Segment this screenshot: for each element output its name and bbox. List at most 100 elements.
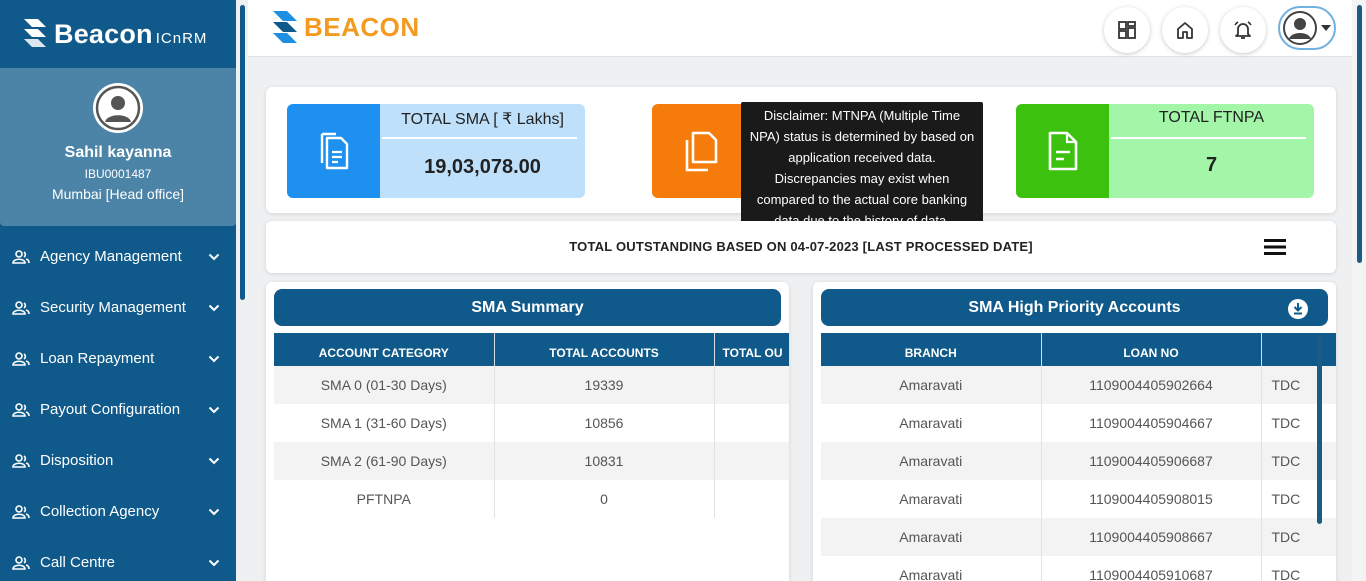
home-button[interactable] (1162, 7, 1208, 53)
table-cell: Amaravati (821, 518, 1042, 556)
card-icon-wrap (652, 104, 745, 198)
tooltip-line: Disclaimer: MTNPA (Multiple Time (763, 108, 961, 123)
card-divider (1111, 137, 1306, 139)
sidebar-item-payout-configuration[interactable]: Payout Configuration (0, 384, 236, 435)
user-name: Sahil kayanna (64, 144, 172, 161)
card-icon-wrap (1016, 104, 1109, 198)
chevron-down-icon (208, 559, 220, 566)
sidebar-item-call-centre[interactable]: Call Centre (0, 537, 236, 581)
outstanding-bar: TOTAL OUTSTANDING BASED ON 04-07-2023 [L… (266, 221, 1336, 273)
table-row[interactable]: Amaravati 1109004405906687 TDC (821, 442, 1336, 480)
sidebar-item-label: Agency Management (40, 248, 182, 265)
table-row[interactable]: Amaravati 1109004405908015 TDC (821, 480, 1336, 518)
sidebar-item-label: Disposition (40, 452, 114, 469)
table-cell: Amaravati (821, 480, 1042, 518)
card-divider (382, 137, 577, 139)
column-header[interactable] (1261, 333, 1336, 366)
table-cell: 1109004405906687 (1041, 442, 1262, 480)
total-ftnpa-title: TOTAL FTNPA (1158, 109, 1265, 126)
header-logo[interactable]: BEACON (270, 9, 420, 45)
sma-summary-table: ACCOUNT CATEGORY TOTAL ACCOUNTS TOTAL OU… (274, 333, 789, 518)
table-row[interactable]: SMA 2 (61-90 Days) 10831 (274, 442, 789, 480)
table-row[interactable]: Amaravati 1109004405908667 TDC (821, 518, 1336, 556)
table-cell: TDC (1261, 366, 1336, 404)
table-cell: 19339 (494, 366, 715, 404)
users-icon (12, 555, 30, 570)
table-row[interactable]: PFTNPA 0 (274, 480, 789, 518)
table-row[interactable]: SMA 1 (31-60 Days) 10856 (274, 404, 789, 442)
table-cell: PFTNPA (274, 480, 495, 518)
page-scrollbar-thumb[interactable] (1357, 5, 1362, 263)
users-icon (12, 249, 30, 264)
sidebar-item-label: Loan Repayment (40, 350, 155, 367)
dashboard-icon (1118, 21, 1136, 39)
table-row[interactable]: Amaravati 1109004405902664 TDC (821, 366, 1336, 404)
user-office: Mumbai [Head office] (51, 186, 185, 202)
table-cell: TDC (1261, 442, 1336, 480)
table-scrollbar[interactable] (1317, 337, 1322, 524)
sidebar-item-label: Collection Agency (40, 503, 160, 520)
user-menu-button[interactable] (1278, 6, 1336, 50)
table-row[interactable]: SMA 0 (01-30 Days) 19339 (274, 366, 789, 404)
chevron-down-icon (208, 304, 220, 311)
table-header-row: BRANCH LOAN NO (821, 333, 1336, 366)
beacon-logo-icon (273, 11, 297, 43)
top-header: BEACON (248, 0, 1352, 57)
home-icon (1177, 22, 1193, 39)
sidebar-item-loan-repayment[interactable]: Loan Repayment (0, 333, 236, 384)
users-icon (12, 402, 30, 417)
table-row[interactable]: Amaravati 1109004405904667 TDC (821, 404, 1336, 442)
column-header[interactable]: ACCOUNT CATEGORY (274, 333, 495, 366)
avatar (93, 83, 143, 133)
beacon-logo-icon (24, 19, 46, 47)
table-cell: Amaravati (821, 404, 1042, 442)
sidebar: Beacon ICnRM Sahil kayanna IBU0001487 Mu… (0, 0, 236, 581)
column-header[interactable]: LOAN NO (1041, 333, 1262, 366)
hamburger-menu-icon[interactable] (1264, 238, 1286, 256)
sidebar-item-label: Payout Configuration (40, 401, 181, 418)
table-cell: 1109004405910687 (1041, 556, 1262, 581)
users-icon (12, 504, 30, 519)
sidebar-brand-sub: ICnRM (155, 30, 208, 47)
tooltip-line: application received data. (788, 150, 936, 165)
table-cell (714, 404, 789, 442)
table-cell: TDC (1261, 480, 1336, 518)
table-cell: TDC (1261, 518, 1336, 556)
total-ftnpa-card[interactable]: TOTAL FTNPA 7 (1016, 104, 1314, 198)
page-scrollbar[interactable] (1352, 0, 1366, 581)
table-cell (714, 442, 789, 480)
table-header-row: ACCOUNT CATEGORY TOTAL ACCOUNTS TOTAL OU (274, 333, 789, 366)
column-header[interactable]: BRANCH (821, 333, 1042, 366)
table-cell: 1109004405904667 (1041, 404, 1262, 442)
caret-down-icon (1321, 25, 1331, 31)
sidebar-item-agency-management[interactable]: Agency Management (0, 231, 236, 282)
sidebar-brand: Beacon (54, 18, 153, 49)
sidebar-scrollbar[interactable] (240, 5, 245, 300)
sidebar-menu: Agency Management Security Management Lo… (0, 231, 236, 581)
sidebar-item-disposition[interactable]: Disposition (0, 435, 236, 486)
dashboard-button[interactable] (1104, 7, 1150, 53)
table-cell (714, 366, 789, 404)
column-header[interactable]: TOTAL ACCOUNTS (494, 333, 715, 366)
card-body: TOTAL FTNPA 7 (1109, 104, 1314, 198)
sidebar-item-collection-agency[interactable]: Collection Agency (0, 486, 236, 537)
notifications-button[interactable] (1220, 7, 1266, 53)
sidebar-logo[interactable]: Beacon ICnRM (0, 0, 236, 68)
tooltip-line: Discrepancies may exist when (774, 171, 950, 186)
sma-summary-title: SMA Summary (274, 289, 781, 326)
sidebar-item-security-management[interactable]: Security Management (0, 282, 236, 333)
bell-icon (1234, 21, 1252, 39)
column-header[interactable]: TOTAL OU (714, 333, 789, 366)
download-icon[interactable] (1288, 299, 1308, 319)
sma-summary-title-text: SMA Summary (471, 298, 584, 316)
table-cell: 10856 (494, 404, 715, 442)
table-cell: 0 (494, 480, 715, 518)
total-ftnpa-value: 7 (1205, 154, 1218, 176)
total-sma-card[interactable]: TOTAL SMA [ ₹ Lakhs] 19,03,078.00 (287, 104, 585, 198)
user-id: IBU0001487 (84, 167, 152, 181)
documents-icon (320, 132, 348, 170)
high-priority-table: BRANCH LOAN NO Amaravati 110900440590266… (821, 333, 1336, 581)
table-row[interactable]: Amaravati 1109004405910687 TDC (821, 556, 1336, 581)
high-priority-panel: SMA High Priority Accounts BRANCH LOAN N… (813, 282, 1336, 581)
total-sma-value: 19,03,078.00 (424, 156, 541, 178)
